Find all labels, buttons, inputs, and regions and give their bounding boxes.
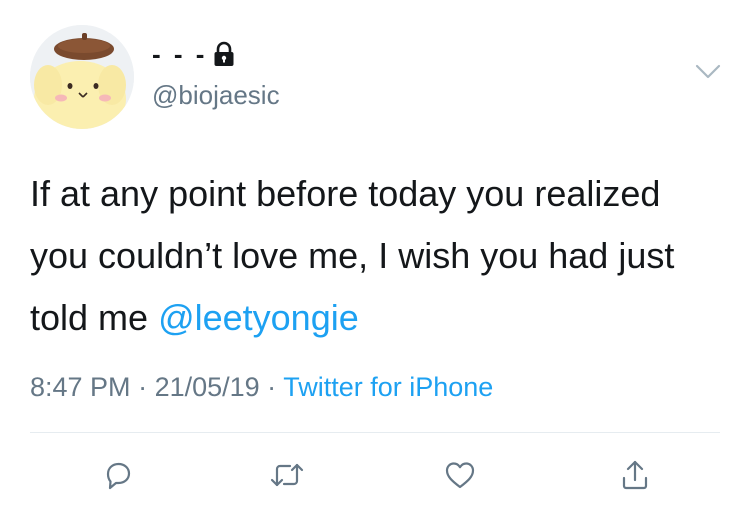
tweet-detail: - - - @biojaesic If at any point before … xyxy=(0,0,750,521)
retweet-icon xyxy=(270,463,304,487)
tweet-date: 21/05/19 xyxy=(154,372,260,402)
tweet-meta: 8:47 PM · 21/05/19 · Twitter for iPhone xyxy=(30,372,493,403)
lock-icon xyxy=(213,41,235,67)
avatar[interactable] xyxy=(30,25,134,129)
share-button[interactable] xyxy=(610,450,660,500)
tweet-text: If at any point before today you realize… xyxy=(30,163,720,349)
meta-separator: · xyxy=(130,372,155,402)
meta-separator: · xyxy=(259,372,284,402)
share-icon xyxy=(622,460,648,490)
action-bar xyxy=(0,450,750,500)
avatar-image xyxy=(30,25,134,129)
reply-button[interactable] xyxy=(93,450,143,500)
retweet-button[interactable] xyxy=(262,450,312,500)
mention-link[interactable]: @leetyongie xyxy=(158,297,359,338)
divider xyxy=(30,432,720,433)
user-handle[interactable]: @biojaesic xyxy=(152,80,280,111)
display-name-text: - - - xyxy=(152,38,208,69)
tweet-time: 8:47 PM xyxy=(30,372,131,402)
display-name[interactable]: - - - xyxy=(152,38,235,70)
chevron-down-icon[interactable] xyxy=(695,63,721,81)
heart-icon xyxy=(445,462,475,489)
like-button[interactable] xyxy=(435,450,485,500)
tweet-source-link[interactable]: Twitter for iPhone xyxy=(283,372,493,402)
reply-icon xyxy=(106,462,131,490)
